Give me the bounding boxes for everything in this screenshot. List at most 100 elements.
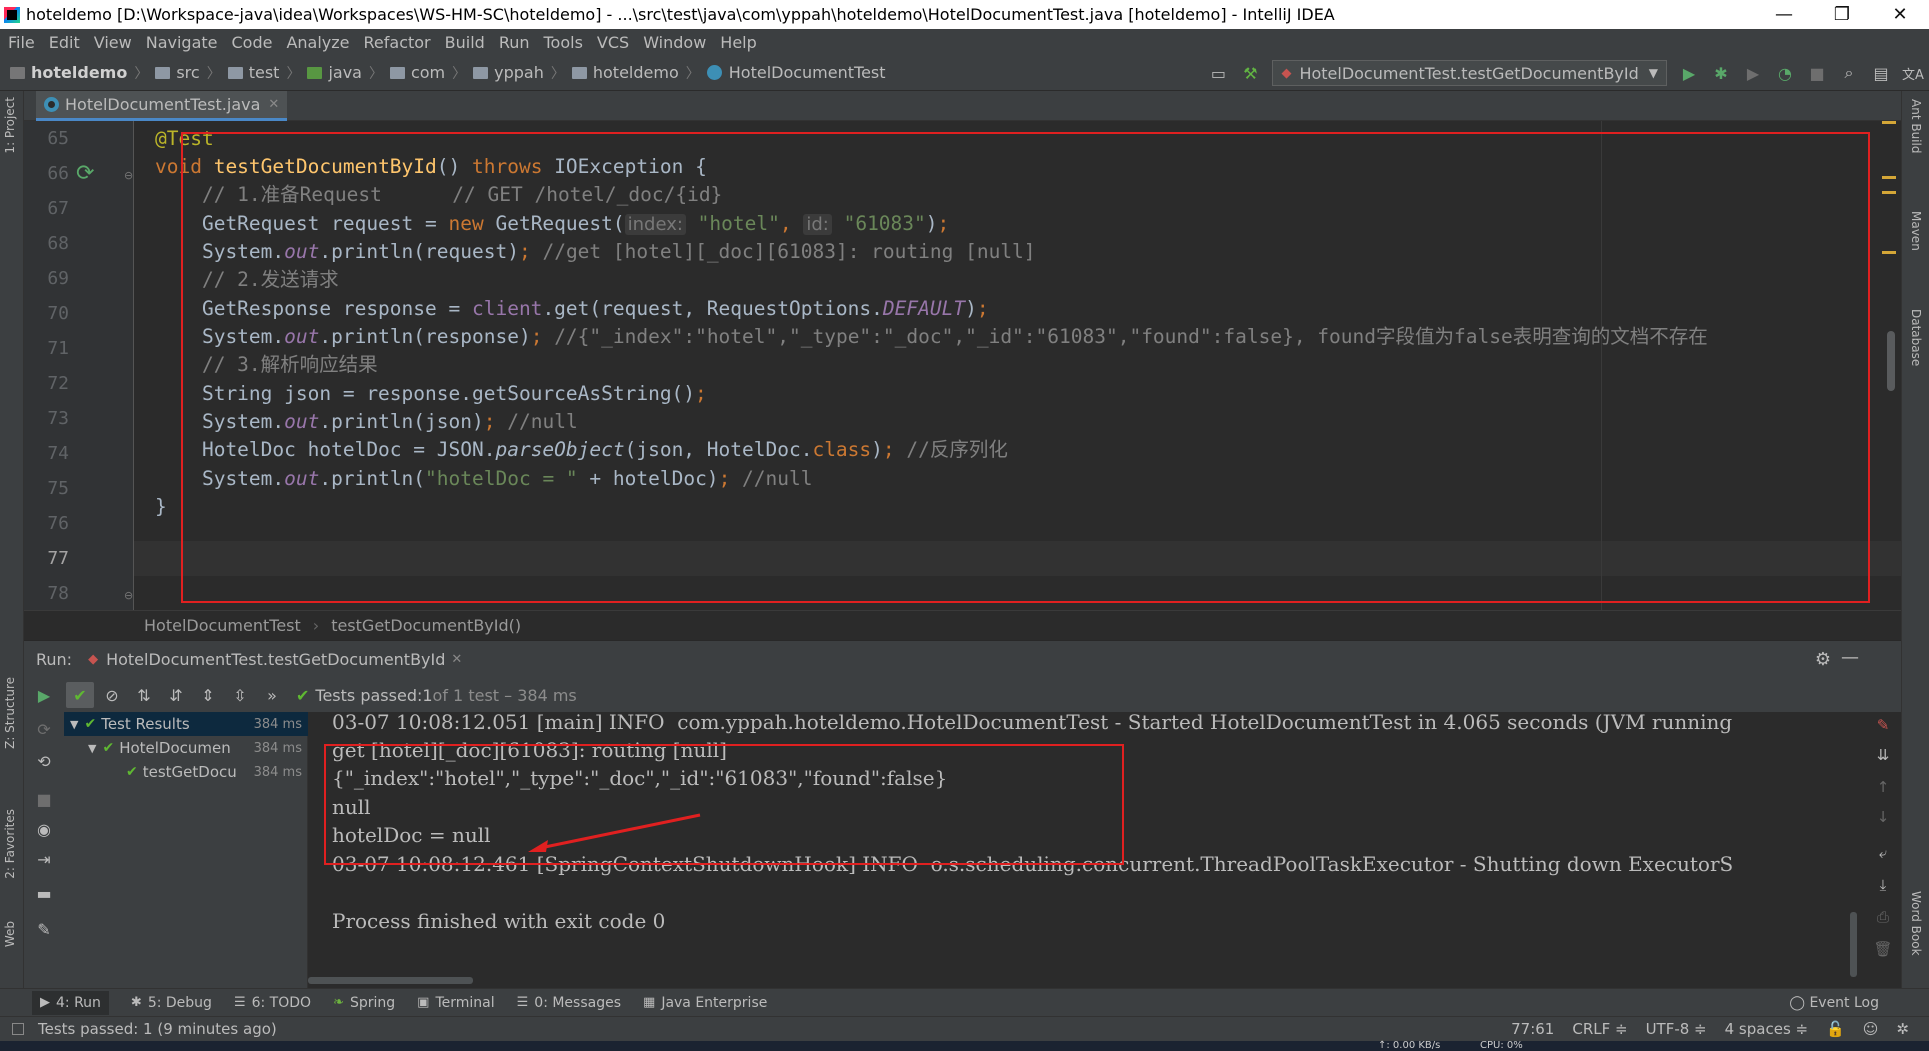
console-output[interactable]: 03-07 10:08:12.051 [main] INFO com.yppah…	[308, 712, 1863, 988]
menu-help[interactable]: Help	[720, 33, 756, 52]
minimize-button[interactable]: —	[1755, 0, 1813, 29]
trash-icon[interactable]: 🗑	[1873, 940, 1893, 960]
export-icon[interactable]: ⇥	[33, 848, 55, 870]
memory-icon[interactable]: ✲	[1896, 1020, 1909, 1038]
search-icon[interactable]: ⌕	[1838, 62, 1860, 84]
expand-arrow-icon[interactable]: ▼	[70, 718, 78, 731]
tab-debug[interactable]: ✱ 5: Debug	[131, 995, 212, 1011]
sort-duration-icon[interactable]: ⇵	[162, 682, 190, 708]
editor-breadcrumb-method[interactable]: testGetDocumentById()	[331, 616, 521, 635]
tab-todo[interactable]: ☰ 6: TODO	[234, 995, 311, 1011]
expand-arrow-icon[interactable]: ▼	[88, 742, 96, 755]
show-ignored-icon[interactable]: ⊘	[98, 682, 126, 708]
stop-icon[interactable]: ■	[1806, 62, 1828, 84]
console-vertical-scrollbar[interactable]	[1850, 912, 1857, 977]
code-editor[interactable]: 65 66 67 68 69 70 71 72 73 74 75 76 77 7…	[24, 121, 1901, 610]
menu-refactor[interactable]: Refactor	[364, 33, 431, 52]
menu-navigate[interactable]: Navigate	[146, 33, 218, 52]
expand-all-icon[interactable]: ⇕	[194, 682, 222, 708]
ant-build-tool-tab[interactable]: Ant Build	[1909, 99, 1923, 153]
tab-messages[interactable]: ☰ 0: Messages	[517, 995, 621, 1011]
build-hammer-icon[interactable]: ⚒	[1239, 62, 1261, 84]
collapse-all-icon[interactable]: ⇳	[226, 682, 254, 708]
console-horizontal-scrollbar[interactable]	[308, 977, 473, 984]
project-files-icon[interactable]: ▤	[1870, 62, 1892, 84]
close-button[interactable]: ✕	[1871, 0, 1929, 29]
close-tab-icon[interactable]: ✕	[451, 652, 462, 667]
menu-view[interactable]: View	[94, 33, 132, 52]
run-configuration-select[interactable]: ◆ HotelDocumentTest.testGetDocumentById …	[1272, 60, 1667, 86]
run-icon[interactable]: ▶	[1678, 62, 1700, 84]
soft-wrap-icon[interactable]: ⤶	[1873, 844, 1893, 864]
breadcrumb-project[interactable]: hoteldemo 〉	[10, 63, 155, 83]
menu-tools[interactable]: Tools	[544, 33, 583, 52]
menu-code[interactable]: Code	[232, 33, 273, 52]
encoding-select[interactable]: UTF-8 ≑	[1646, 1020, 1707, 1038]
profile-icon[interactable]: ◔	[1774, 62, 1796, 84]
run-tab[interactable]: ◆ HotelDocumentTest.testGetDocumentById …	[88, 650, 462, 669]
rerun-failed-icon[interactable]: ⟳	[33, 718, 55, 740]
project-structure-icon[interactable]: ▭	[1207, 62, 1229, 84]
rerun-icon[interactable]: ▶	[33, 684, 55, 706]
breadcrumb-test[interactable]: test 〉	[227, 63, 308, 83]
tab-terminal[interactable]: ▣ Terminal	[417, 995, 494, 1011]
tree-row[interactable]: ✔ testGetDocu 384 ms	[64, 760, 308, 784]
sort-alpha-icon[interactable]: ⇅	[130, 682, 158, 708]
tab-java-enterprise[interactable]: ▦ Java Enterprise	[643, 995, 767, 1011]
fold-icon[interactable]: ⊖	[124, 169, 133, 182]
breadcrumb-src[interactable]: src 〉	[155, 63, 227, 83]
menu-edit[interactable]: Edit	[49, 33, 80, 52]
scroll-to-end-icon[interactable]: ⇊	[1873, 746, 1893, 766]
tab-spring[interactable]: ❧ Spring	[333, 995, 395, 1011]
inspector-icon[interactable]: ☺	[1863, 1020, 1879, 1038]
layout-icon[interactable]: ▬	[33, 882, 55, 904]
line-separator-select[interactable]: CRLF ≑	[1572, 1020, 1627, 1038]
menu-window[interactable]: Window	[643, 33, 706, 52]
indent-select[interactable]: 4 spaces ≑	[1725, 1020, 1808, 1038]
fold-icon[interactable]: ⊖	[124, 589, 133, 602]
project-tool-tab[interactable]: 1: Project	[3, 97, 17, 154]
lock-icon[interactable]: 🔓	[1826, 1020, 1845, 1038]
toggle-auto-test-icon[interactable]: ⟲	[33, 750, 55, 772]
tree-row[interactable]: ▼ ✔ Test Results 384 ms	[64, 712, 308, 736]
web-tool-tab[interactable]: Web	[3, 921, 17, 947]
editor-vertical-scrollbar[interactable]	[1887, 331, 1895, 391]
clear-console-icon[interactable]: ✎	[1873, 716, 1893, 736]
tab-run[interactable]: ▶ 4: Run	[32, 990, 109, 1015]
editor-tab-hoteldocumenttest[interactable]: HotelDocumentTest.java ✕	[36, 91, 288, 121]
favorites-tool-tab[interactable]: 2: Favorites	[3, 809, 17, 879]
pin-icon[interactable]: ✎	[33, 918, 55, 940]
run-test-gutter-icon[interactable]: ⟳	[76, 161, 94, 186]
caret-position[interactable]: 77:61	[1511, 1020, 1554, 1038]
close-tab-icon[interactable]: ✕	[268, 97, 279, 112]
breadcrumb-yppah[interactable]: yppah 〉	[473, 63, 572, 83]
breadcrumb-java[interactable]: java 〉	[307, 63, 390, 83]
minimize-panel-icon[interactable]: —	[1841, 647, 1859, 668]
maven-tool-tab[interactable]: Maven	[1909, 211, 1923, 251]
stop-icon[interactable]: ■	[33, 788, 55, 810]
arrow-up-icon[interactable]: ↑	[1873, 778, 1893, 798]
tool-windows-toggle-icon[interactable]	[12, 1023, 24, 1035]
breadcrumb-class[interactable]: HotelDocumentTest	[706, 63, 886, 82]
arrow-down-icon[interactable]: ↓	[1873, 808, 1893, 828]
print-icon[interactable]: ⎙	[1873, 908, 1893, 928]
menu-file[interactable]: File	[8, 33, 35, 52]
run-coverage-icon[interactable]: ▶	[1742, 62, 1764, 84]
menu-analyze[interactable]: Analyze	[286, 33, 349, 52]
menu-vcs[interactable]: VCS	[597, 33, 629, 52]
editor-breadcrumb-class[interactable]: HotelDocumentTest	[144, 616, 301, 635]
debug-icon[interactable]: ✱	[1710, 62, 1732, 84]
show-passed-icon[interactable]: ✔	[66, 682, 94, 708]
breadcrumb-hoteldemo[interactable]: hoteldemo 〉	[571, 63, 707, 83]
download-icon[interactable]: ⤓	[1873, 876, 1893, 896]
gear-icon[interactable]: ⚙	[1815, 649, 1831, 670]
more-icon[interactable]: »	[258, 682, 286, 708]
tree-row[interactable]: ▼ ✔ HotelDocumen 384 ms	[64, 736, 308, 760]
structure-tool-tab[interactable]: Z: Structure	[3, 677, 17, 749]
translate-icon[interactable]: 文A	[1902, 62, 1924, 84]
menu-build[interactable]: Build	[445, 33, 485, 52]
database-tool-tab[interactable]: Database	[1909, 309, 1923, 366]
breadcrumb-com[interactable]: com 〉	[389, 63, 473, 83]
word-book-tool-tab[interactable]: Word Book	[1909, 891, 1923, 956]
camera-icon[interactable]: ◉	[33, 818, 55, 840]
